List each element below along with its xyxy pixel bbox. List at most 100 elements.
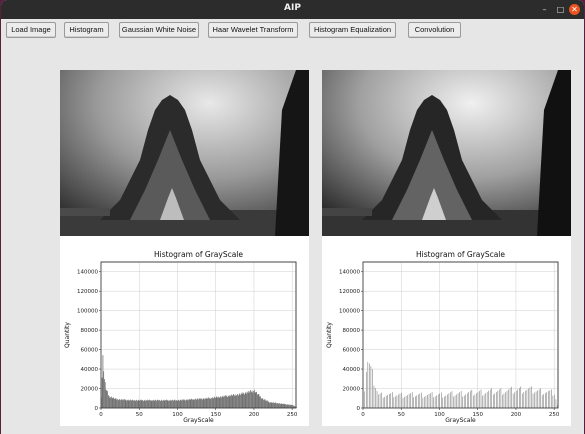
histogram-bar [551,389,552,408]
x-tick-label: 250 [549,412,560,418]
histogram-bar [289,404,291,408]
histogram-bar [546,392,548,408]
histogram-bar [277,403,279,408]
histogram-bar [185,399,187,408]
y-tick-label: 40000 [343,367,361,373]
histogram-bar [214,398,216,408]
histogram-bar [243,392,244,408]
y-tick-label: 20000 [81,387,99,393]
histogram-bar [203,398,205,408]
histogram-bar [447,394,448,408]
histogram-bar [117,399,118,408]
histogram-bar [483,394,485,408]
chart-title: Histogram of GrayScale [416,250,505,259]
histogram-bar [433,397,434,408]
histogram-bar [117,400,119,408]
histogram-bar [523,392,525,408]
histogram-bar [410,393,411,408]
histogram-bar [280,403,282,408]
load-image-button[interactable]: Load Image [6,22,56,38]
histogram-bar [202,398,204,408]
histogram-bar [103,371,105,408]
histogram-bar [118,399,120,408]
histogram-bar [224,395,226,408]
histogram-bar [273,403,275,408]
histogram-bar [506,390,508,408]
histogram-bar [266,400,268,408]
histogram-bar [541,395,543,408]
histogram-bar [120,399,122,408]
histogram-bar [454,395,456,408]
histogram-bar [381,392,382,408]
histogram-bar [389,394,390,408]
histogram-bar [115,398,117,408]
histogram-bar [179,400,181,408]
y-tick-label: 80000 [343,328,361,334]
histogram-bar [197,398,199,408]
histogram-bar [139,400,140,408]
histogram-bar [229,396,231,408]
histogram-equalization-button[interactable]: Histogram Equalization [309,22,396,38]
histogram-bar [127,399,129,408]
maximize-icon[interactable]: □ [555,4,566,15]
histogram-bar [208,398,210,408]
histogram-bar [292,405,294,408]
histogram-bar [247,392,248,408]
histogram-bar [157,399,159,408]
histogram-bar [270,402,271,408]
histogram-bar [104,379,105,408]
histogram-bar [367,361,369,408]
histogram-bar [224,396,225,408]
histogram-bar [376,390,378,408]
histogram-button[interactable]: Histogram [64,22,109,38]
histogram-bar [430,393,431,408]
histogram-bar [149,399,150,408]
histogram-bar [141,400,143,408]
y-tick-label: 20000 [343,387,361,393]
original-image [60,70,309,236]
histogram-bar [221,397,222,408]
histogram-bar [165,400,166,408]
histogram-bar [479,390,480,408]
histogram-bar [370,366,372,408]
histogram-bar [156,400,158,408]
histogram-bar [549,390,551,408]
y-tick-label: 100000 [339,309,360,315]
histogram-bar [166,400,168,408]
histogram-bar [422,397,424,408]
histogram-bar [144,399,146,408]
histogram-bar [185,400,186,408]
y-axis-label: Quantity [64,322,71,348]
histogram-bar [444,396,445,408]
histogram-bar [467,393,468,408]
histogram-bar [387,394,388,408]
histogram-bar [192,399,194,408]
histogram-bar [489,389,491,408]
histogram-bar [473,395,474,408]
convolution-button[interactable]: Convolution [408,22,461,38]
histogram-bar [130,399,131,408]
histogram-bar [415,396,416,408]
minimize-icon[interactable]: – [539,4,550,15]
x-tick-label: 0 [99,412,103,418]
y-tick-label: 0 [95,406,99,412]
histogram-bar [137,400,139,408]
histogram-bar [198,398,200,408]
histogram-bar [240,394,241,408]
histogram-bar [119,399,121,408]
gaussian-white-noise-button[interactable]: Gaussian White Noise [119,22,199,38]
histogram-bar [140,399,142,408]
plot-area [362,261,559,409]
histogram-bar [121,399,123,408]
haar-wavelet-transform-button[interactable]: Haar Wavelet Transform [208,22,298,38]
histogram-bar [431,392,433,408]
histogram-bar [531,386,532,408]
histogram-bar [162,400,163,408]
histogram-bar [282,404,283,408]
histogram-bar [515,390,517,408]
histogram-bar [291,404,293,408]
histogram-bar [170,400,172,408]
histogram-bar [390,393,392,408]
histogram-bar [264,399,266,408]
close-icon[interactable]: ✕ [569,4,580,15]
